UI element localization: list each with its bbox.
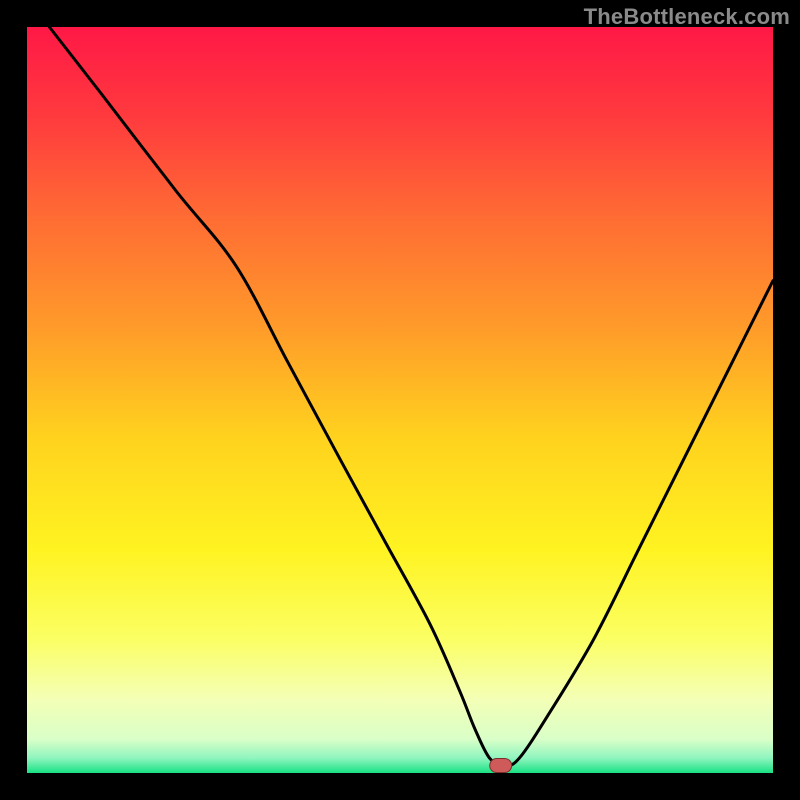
chart-svg [27, 27, 773, 773]
chart-frame: TheBottleneck.com [0, 0, 800, 800]
optimum-marker [490, 759, 512, 773]
gradient-background [27, 27, 773, 773]
plot-area [27, 27, 773, 773]
